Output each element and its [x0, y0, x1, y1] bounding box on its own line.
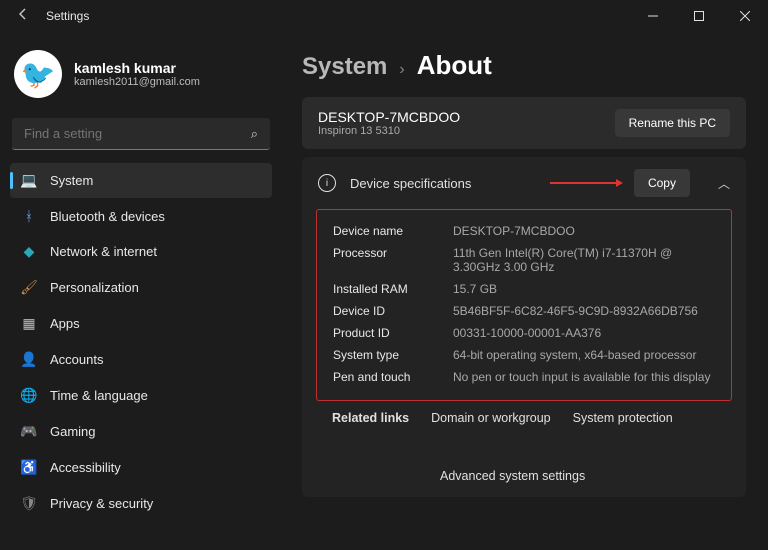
nav-label: Time & language [50, 388, 148, 403]
sidebar-item-system[interactable]: 💻 System [10, 163, 272, 198]
minimize-button[interactable] [630, 0, 676, 32]
spec-row: Device ID5B46BF5F-6C82-46F5-9C9D-8932A66… [333, 300, 715, 322]
sidebar-item-personalization[interactable]: 🖌 Personalization [10, 270, 272, 305]
pc-model: Inspiron 13 5310 [318, 125, 460, 137]
link-advanced-settings[interactable]: Advanced system settings [440, 469, 585, 483]
page-title: About [417, 50, 492, 81]
sidebar-item-accounts[interactable]: 👤 Accounts [10, 342, 272, 377]
search-icon: ⌕ [251, 126, 258, 142]
avatar [14, 50, 62, 98]
spec-label: Installed RAM [333, 282, 453, 296]
nav-label: Privacy & security [50, 496, 153, 511]
spec-row: Processor11th Gen Intel(R) Core(TM) i7-1… [333, 242, 715, 278]
nav-icon: ▦ [20, 315, 38, 332]
chevron-right-icon: › [399, 61, 404, 79]
pc-name: DESKTOP-7MCBDOO [318, 109, 460, 125]
nav-label: Bluetooth & devices [50, 209, 165, 224]
nav-icon: 💻 [20, 172, 38, 189]
spec-row: Installed RAM15.7 GB [333, 278, 715, 300]
sidebar-item-accessibility[interactable]: ♿ Accessibility [10, 450, 272, 485]
spec-label: Processor [333, 246, 453, 274]
maximize-button[interactable] [676, 0, 722, 32]
link-system-protection[interactable]: System protection [573, 411, 673, 425]
nav-icon: ᚼ [20, 208, 38, 224]
nav-label: Network & internet [50, 244, 157, 259]
spec-label: Device name [333, 224, 453, 238]
window-title: Settings [46, 9, 89, 23]
search-input[interactable] [12, 118, 270, 150]
breadcrumb-parent[interactable]: System [302, 53, 387, 81]
spec-row: Product ID00331-10000-00001-AA376 [333, 322, 715, 344]
titlebar: Settings [0, 0, 768, 32]
specs-table: Device nameDESKTOP-7MCBDOOProcessor11th … [316, 209, 732, 401]
spec-row: Device nameDESKTOP-7MCBDOO [333, 220, 715, 242]
nav-icon: 🖌 [20, 279, 38, 296]
back-button[interactable] [8, 7, 38, 26]
nav-label: Apps [50, 316, 80, 331]
annotation-arrow [550, 182, 620, 184]
nav-icon: ♿ [20, 459, 38, 476]
copy-button[interactable]: Copy [634, 169, 690, 197]
spec-label: System type [333, 348, 453, 362]
device-specs-section: i Device specifications Copy ︿ Device na… [302, 157, 746, 497]
spec-value: 00331-10000-00001-AA376 [453, 326, 715, 340]
nav-icon: 👤 [20, 351, 38, 368]
spec-value: 64-bit operating system, x64-based proce… [453, 348, 715, 362]
related-title: Related links [332, 411, 409, 425]
user-email: kamlesh2011@gmail.com [74, 76, 200, 88]
nav-label: Gaming [50, 424, 96, 439]
spec-row: Pen and touchNo pen or touch input is av… [333, 366, 715, 388]
breadcrumb: System › About [302, 50, 746, 81]
spec-row: System type64-bit operating system, x64-… [333, 344, 715, 366]
nav-label: Accessibility [50, 460, 121, 475]
link-domain[interactable]: Domain or workgroup [431, 411, 551, 425]
nav-list: 💻 System ᚼ Bluetooth & devices ◆ Network & in… [8, 162, 274, 550]
sidebar-item-gaming[interactable]: 🎮 Gaming [10, 414, 272, 449]
related-links: Related links Domain or workgroup System… [302, 401, 746, 487]
nav-label: Personalization [50, 280, 139, 295]
section-title: Device specifications [350, 176, 528, 191]
nav-icon: 🎮 [20, 423, 38, 440]
sidebar-item-bluetooth-devices[interactable]: ᚼ Bluetooth & devices [10, 199, 272, 233]
chevron-up-icon[interactable]: ︿ [718, 175, 730, 192]
sidebar-item-privacy-security[interactable]: 🛡 Privacy & security [10, 486, 272, 521]
nav-icon: 🛡 [20, 495, 38, 512]
sidebar-item-network-internet[interactable]: ◆ Network & internet [10, 234, 272, 269]
spec-label: Device ID [333, 304, 453, 318]
content: System › About DESKTOP-7MCBDOO Inspiron … [282, 32, 768, 550]
nav-icon: 🌐 [20, 387, 38, 404]
spec-value: 15.7 GB [453, 282, 715, 296]
pc-header-card: DESKTOP-7MCBDOO Inspiron 13 5310 Rename … [302, 97, 746, 149]
sidebar-item-apps[interactable]: ▦ Apps [10, 306, 272, 341]
spec-value: No pen or touch input is available for t… [453, 370, 715, 384]
spec-value: 5B46BF5F-6C82-46F5-9C9D-8932A66DB756 [453, 304, 715, 318]
rename-pc-button[interactable]: Rename this PC [615, 109, 730, 137]
sidebar-item-time-language[interactable]: 🌐 Time & language [10, 378, 272, 413]
search-box[interactable]: ⌕ [12, 118, 270, 150]
spec-value: 11th Gen Intel(R) Core(TM) i7-11370H @ 3… [453, 246, 715, 274]
user-name: kamlesh kumar [74, 60, 200, 76]
nav-label: Accounts [50, 352, 103, 367]
nav-label: System [50, 173, 93, 188]
user-profile[interactable]: kamlesh kumar kamlesh2011@gmail.com [8, 40, 274, 114]
close-button[interactable] [722, 0, 768, 32]
spec-value: DESKTOP-7MCBDOO [453, 224, 715, 238]
spec-label: Product ID [333, 326, 453, 340]
sidebar: kamlesh kumar kamlesh2011@gmail.com ⌕ 💻 S… [0, 32, 282, 550]
nav-icon: ◆ [20, 243, 38, 260]
spec-label: Pen and touch [333, 370, 453, 384]
info-icon: i [318, 174, 336, 192]
